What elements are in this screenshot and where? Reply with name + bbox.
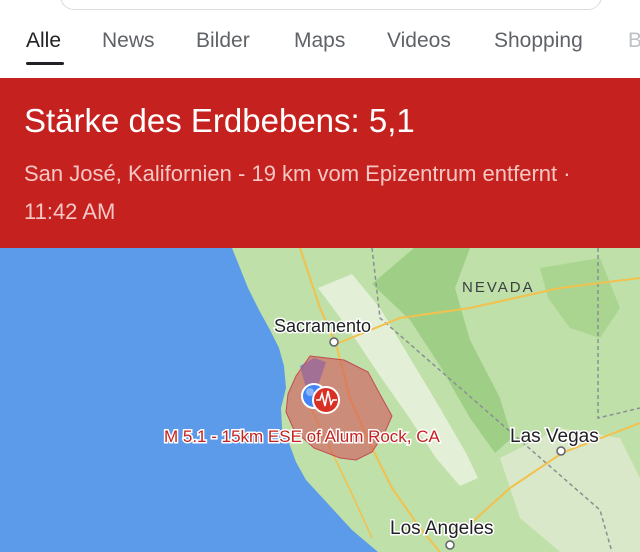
- tab-alle[interactable]: Alle: [26, 29, 61, 53]
- earthquake-map[interactable]: NEVADA Sacramento M 5.1 - 15km ESE of Al…: [0, 248, 640, 552]
- tab-bilder[interactable]: Bilder: [196, 29, 250, 53]
- tab-shopping[interactable]: Shopping: [494, 29, 583, 53]
- tab-videos[interactable]: Videos: [387, 29, 451, 53]
- earthquake-location-subtitle: San José, Kalifornien - 19 km vom Epizen…: [24, 161, 571, 224]
- active-tab-indicator: [26, 62, 64, 65]
- earthquake-banner: Stärke des Erdbebens: 5,1 San José, Kali…: [0, 78, 640, 248]
- map-label-las-vegas: Las Vegas: [510, 426, 599, 447]
- tab-news[interactable]: News: [102, 29, 155, 53]
- search-tabs: Alle News Bilder Maps Videos Shopping B: [0, 14, 640, 78]
- search-box-edge: [0, 0, 640, 14]
- earthquake-marker-icon[interactable]: [312, 386, 340, 414]
- earthquake-magnitude-title: Stärke des Erdbebens: 5,1: [24, 102, 415, 139]
- tab-bucher-partial[interactable]: B: [628, 29, 640, 53]
- los-angeles-dot: [445, 540, 455, 550]
- map-canvas[interactable]: NEVADA Sacramento M 5.1 - 15km ESE of Al…: [0, 248, 640, 552]
- sacramento-dot: [329, 337, 339, 347]
- map-label-nevada: NEVADA: [462, 279, 535, 296]
- map-label-sacramento: Sacramento: [274, 316, 371, 336]
- earthquake-map-label: M 5.1 - 15km ESE of Alum Rock, CA: [164, 427, 441, 446]
- map-label-los-angeles: Los Angeles: [390, 518, 494, 539]
- tab-maps[interactable]: Maps: [294, 29, 345, 53]
- las-vegas-dot: [556, 446, 566, 456]
